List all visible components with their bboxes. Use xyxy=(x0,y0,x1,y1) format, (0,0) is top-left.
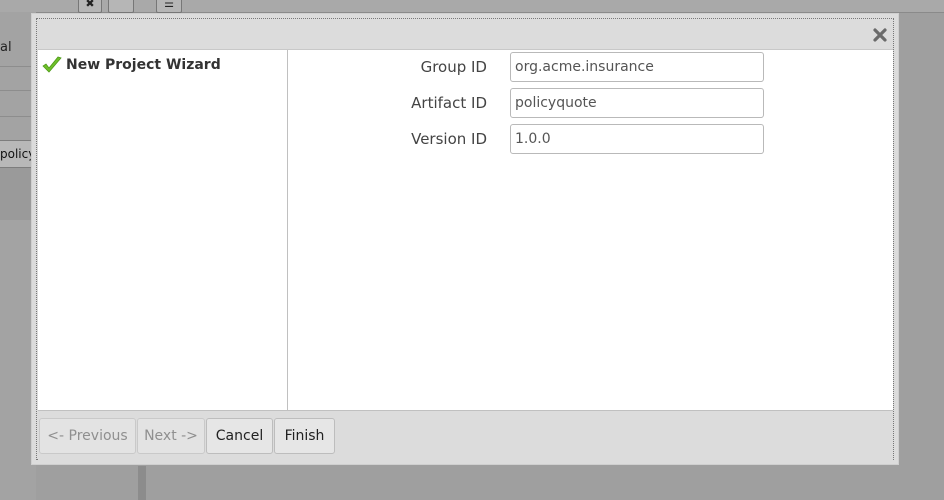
cancel-button[interactable]: Cancel xyxy=(206,418,273,454)
dialog-frame: New Project Wizard Group ID Artifact ID … xyxy=(36,18,894,460)
checkmark-icon xyxy=(42,56,62,74)
background-divider xyxy=(138,466,146,500)
artifact-id-row: Artifact ID xyxy=(288,88,893,118)
version-id-label: Version ID xyxy=(411,130,487,148)
background-toolbar-button xyxy=(108,0,134,13)
wizard-step-label: New Project Wizard xyxy=(66,57,221,73)
background-toolbar-close-button: ✖ xyxy=(78,0,102,13)
group-id-input[interactable] xyxy=(510,52,764,82)
project-form: Group ID Artifact ID Version ID xyxy=(288,50,893,410)
close-icon[interactable] xyxy=(871,26,889,44)
dialog-footer: <- Previous Next -> Cancel Finish xyxy=(38,410,893,460)
background-toolbar-menu-button: ☰ xyxy=(156,0,182,13)
group-id-label: Group ID xyxy=(420,58,487,76)
version-id-row: Version ID xyxy=(288,124,893,154)
dialog-titlebar xyxy=(37,19,893,49)
dialog-content: New Project Wizard Group ID Artifact ID … xyxy=(38,49,893,410)
finish-button[interactable]: Finish xyxy=(274,418,335,454)
wizard-steps-pane: New Project Wizard xyxy=(38,50,288,410)
background-toolbar: ✖ ☰ xyxy=(0,0,944,13)
version-id-input[interactable] xyxy=(510,124,764,154)
artifact-id-input[interactable] xyxy=(510,88,764,118)
artifact-id-label: Artifact ID xyxy=(411,94,487,112)
group-id-row: Group ID xyxy=(288,52,893,82)
next-button[interactable]: Next -> xyxy=(137,418,205,454)
previous-button[interactable]: <- Previous xyxy=(39,418,136,454)
new-project-wizard-dialog: New Project Wizard Group ID Artifact ID … xyxy=(31,13,899,465)
wizard-step-new-project[interactable]: New Project Wizard xyxy=(42,56,221,74)
